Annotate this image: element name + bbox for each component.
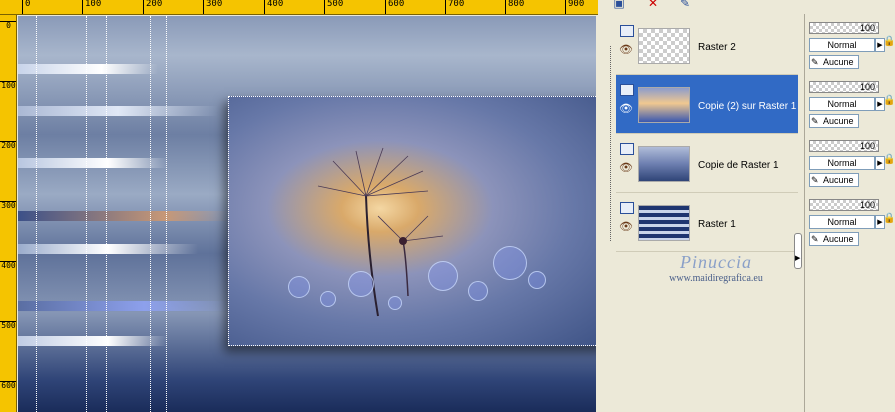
raster-layer-icon <box>620 202 634 214</box>
lock-icon[interactable]: 🔒 <box>883 95 895 106</box>
blend-mode-select[interactable]: Normal <box>809 215 875 229</box>
bokeh <box>468 281 488 301</box>
layer-thumbnail <box>638 28 690 64</box>
bokeh <box>493 246 527 280</box>
eye-icon[interactable]: 👁 <box>619 102 633 115</box>
stripe <box>18 336 168 346</box>
ruler-label: 800 <box>505 0 524 14</box>
ruler-label: 900 <box>565 0 584 14</box>
ruler-label: 400 <box>0 261 16 270</box>
stripe <box>18 211 228 221</box>
layer-row-raster-1[interactable]: 👁 Raster 1 <box>616 193 798 252</box>
mask-select[interactable]: ✎ Aucune <box>809 173 859 187</box>
layer-name: Copie de Raster 1 <box>698 160 779 171</box>
watermark-name: Pinuccia <box>680 252 752 272</box>
ruler-label: 400 <box>264 0 283 14</box>
eye-icon[interactable]: 👁 <box>619 161 633 174</box>
horizontal-ruler: 0 100 200 300 400 500 600 700 800 900 <box>0 0 598 15</box>
layer-thumbnail <box>638 205 690 241</box>
layers-toolbar: ▣ ✕ ✎ <box>604 0 804 14</box>
ruler-label: 500 <box>0 321 16 330</box>
bokeh <box>320 291 336 307</box>
layer-props-row: 100 Normal ▶ ✎ Aucune 🔒 <box>807 75 895 133</box>
lock-icon[interactable]: 🔒 <box>883 213 895 224</box>
stripe <box>18 244 198 254</box>
new-layer-icon[interactable]: ▣ <box>610 0 628 10</box>
layer-props-row: 100 Normal ▶ ✎ Aucune 🔒 <box>807 134 895 192</box>
eye-icon[interactable]: 👁 <box>619 43 633 56</box>
layer-thumbnail <box>638 146 690 182</box>
watermark: Pinuccia www.maidiregrafica.eu <box>636 252 796 284</box>
ruler-label: 600 <box>385 0 404 14</box>
guide-line <box>166 16 167 412</box>
delete-layer-icon[interactable]: ✕ <box>644 0 662 10</box>
stripe <box>18 64 158 74</box>
brush-icon: ✎ <box>811 116 819 126</box>
lock-icon[interactable]: 🔒 <box>883 154 895 165</box>
ruler-label: 0 <box>0 21 16 30</box>
bokeh <box>388 296 402 310</box>
brush-icon[interactable]: ✎ <box>676 0 694 10</box>
layer-name: Raster 1 <box>698 219 736 230</box>
lock-icon[interactable]: 🔒 <box>883 36 895 47</box>
layer-props-row: 100 Normal ▶ ✎ Aucune 🔒 <box>807 16 895 74</box>
guide-line <box>86 16 87 412</box>
mask-select[interactable]: ✎ Aucune <box>809 114 859 128</box>
ruler-label: 500 <box>324 0 343 14</box>
guide-line <box>150 16 151 412</box>
ruler-label: 100 <box>82 0 101 14</box>
ruler-label: 200 <box>143 0 162 14</box>
ruler-label: 700 <box>445 0 464 14</box>
layer-row-copie-de-raster-1[interactable]: 👁 Copie de Raster 1 <box>616 134 798 193</box>
brush-icon: ✎ <box>811 175 819 185</box>
layer-name: Copie (2) sur Raster 1 <box>698 101 797 112</box>
ruler-label: 300 <box>0 201 16 210</box>
opacity-slider[interactable]: 100 <box>809 22 879 34</box>
opacity-slider[interactable]: 100 <box>809 199 879 211</box>
guide-line <box>36 16 37 412</box>
ruler-label: 200 <box>0 141 16 150</box>
brush-icon: ✎ <box>811 234 819 244</box>
brush-icon: ✎ <box>811 57 819 67</box>
watermark-url: www.maidiregrafica.eu <box>669 273 763 284</box>
photo-frame <box>228 96 596 346</box>
bokeh <box>348 271 374 297</box>
raster-layer-icon <box>620 84 634 96</box>
mask-label: Aucune <box>823 234 854 244</box>
ruler-label: 100 <box>0 81 16 90</box>
layer-name: Raster 2 <box>698 42 736 53</box>
eye-icon[interactable]: 👁 <box>619 220 633 233</box>
mask-label: Aucune <box>823 175 854 185</box>
stripe <box>18 158 168 168</box>
layer-row-copie-2-sur-raster-1[interactable]: 👁 Copie (2) sur Raster 1 <box>616 75 798 134</box>
image-canvas[interactable] <box>18 16 596 412</box>
vertical-ruler: 0 100 200 300 400 500 600 <box>0 15 17 412</box>
ruler-label: 300 <box>203 0 222 14</box>
layer-row-raster-2[interactable]: 👁 Raster 2 <box>616 16 798 75</box>
mask-label: Aucune <box>823 116 854 126</box>
raster-layer-icon <box>620 143 634 155</box>
mask-select[interactable]: ✎ Aucune <box>809 55 859 69</box>
mask-select[interactable]: ✎ Aucune <box>809 232 859 246</box>
layer-props-row: 100 Normal ▶ ✎ Aucune 🔒 <box>807 193 895 251</box>
ruler-label: 0 <box>22 0 30 14</box>
opacity-slider[interactable]: 100 <box>809 81 879 93</box>
blend-mode-select[interactable]: Normal <box>809 156 875 170</box>
layers-palette: 👁 Raster 2 👁 Copie (2) sur Raster 1 👁 Co… <box>604 14 800 412</box>
dandelion-illustration <box>317 147 444 317</box>
bokeh <box>528 271 546 289</box>
bokeh <box>288 276 310 298</box>
stripe <box>18 106 218 116</box>
blend-mode-select[interactable]: Normal <box>809 38 875 52</box>
stripe <box>18 301 228 311</box>
bokeh <box>428 261 458 291</box>
layer-thumbnail <box>638 87 690 123</box>
raster-layer-icon <box>620 25 634 37</box>
ruler-label: 600 <box>0 381 16 390</box>
blend-mode-select[interactable]: Normal <box>809 97 875 111</box>
layer-properties: 100 Normal ▶ ✎ Aucune 🔒 100 Normal ▶ ✎ Auc… <box>804 14 895 412</box>
guide-line <box>106 16 107 412</box>
opacity-slider[interactable]: 100 <box>809 140 879 152</box>
mask-label: Aucune <box>823 57 854 67</box>
